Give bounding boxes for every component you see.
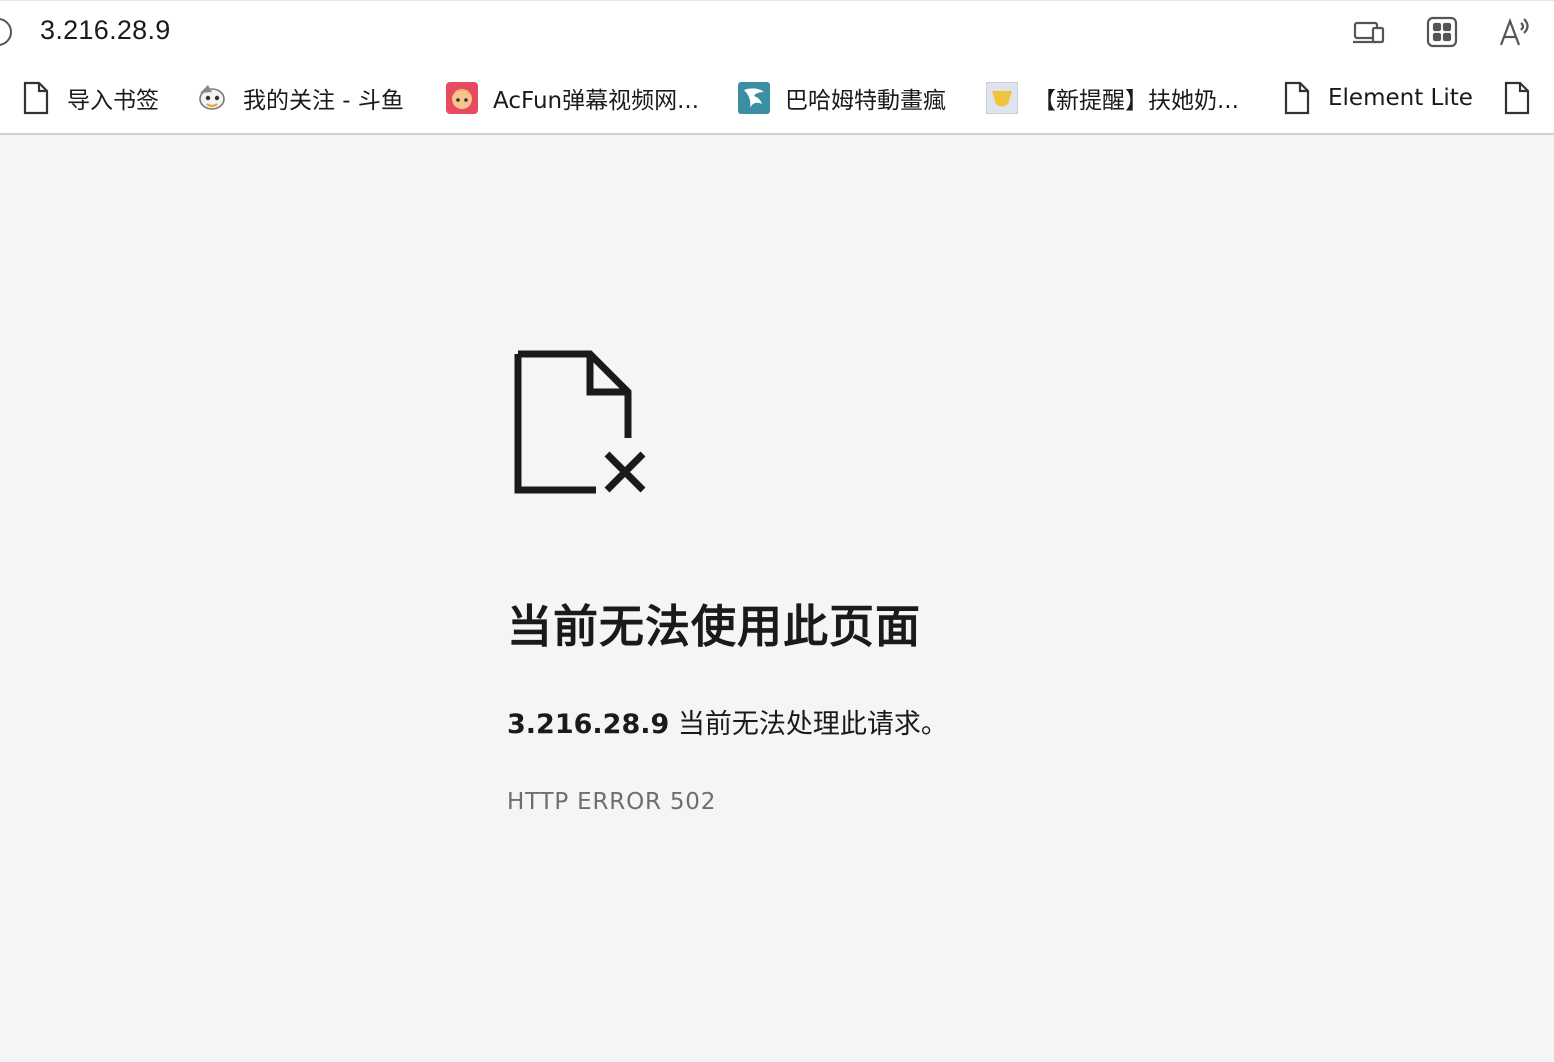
douyu-favicon <box>195 81 229 115</box>
error-title: 当前无法使用此页面 <box>507 600 922 653</box>
error-host: 3.216.28.9 <box>507 709 670 740</box>
acfun-favicon <box>445 81 479 115</box>
bahamut-favicon <box>737 81 771 115</box>
file-icon <box>1280 81 1314 115</box>
error-description: 3.216.28.9 当前无法处理此请求。 <box>507 702 948 741</box>
bookmark-notice[interactable]: 【新提醒】扶她奶... <box>985 62 1239 133</box>
bookmark-douyu[interactable]: 我的关注 - 斗鱼 <box>195 62 404 133</box>
url-field[interactable]: 3.216.28.9 <box>40 15 171 46</box>
bookmark-overflow[interactable] <box>1500 62 1548 133</box>
bookmark-label: 导入书签 <box>67 87 159 114</box>
error-message: 当前无法处理此请求。 <box>669 709 948 740</box>
site-info-icon[interactable] <box>0 18 12 46</box>
read-aloud-icon[interactable] <box>1498 15 1532 49</box>
bookmark-acfun[interactable]: AcFun弹幕视频网... <box>445 62 699 133</box>
bookmark-element-lite[interactable]: Element Lite <box>1280 62 1473 133</box>
bookmark-label: 巴哈姆特動畫瘋 <box>785 87 946 114</box>
bookmark-label: 我的关注 - 斗鱼 <box>243 87 404 114</box>
broken-file-icon <box>512 346 654 498</box>
file-icon <box>19 81 53 115</box>
address-bar: 3.216.28.9 <box>0 0 1554 62</box>
bookmarks-bar: 导入书签 我的关注 - 斗鱼 AcFun弹幕视频网... 巴哈姆特動畫瘋 【新提… <box>0 62 1554 135</box>
yellow-favicon <box>985 81 1019 115</box>
bookmark-bahamut[interactable]: 巴哈姆特動畫瘋 <box>737 62 946 133</box>
devices-icon[interactable] <box>1352 15 1386 49</box>
bookmark-label: 【新提醒】扶她奶... <box>1033 87 1239 114</box>
error-code: HTTP ERROR 502 <box>507 789 717 815</box>
bookmark-label: Element Lite <box>1328 84 1473 111</box>
file-icon <box>1500 81 1534 115</box>
bookmark-import[interactable]: 导入书签 <box>19 62 159 133</box>
apps-grid-icon[interactable] <box>1425 15 1459 49</box>
bookmark-label: AcFun弹幕视频网... <box>493 87 700 114</box>
